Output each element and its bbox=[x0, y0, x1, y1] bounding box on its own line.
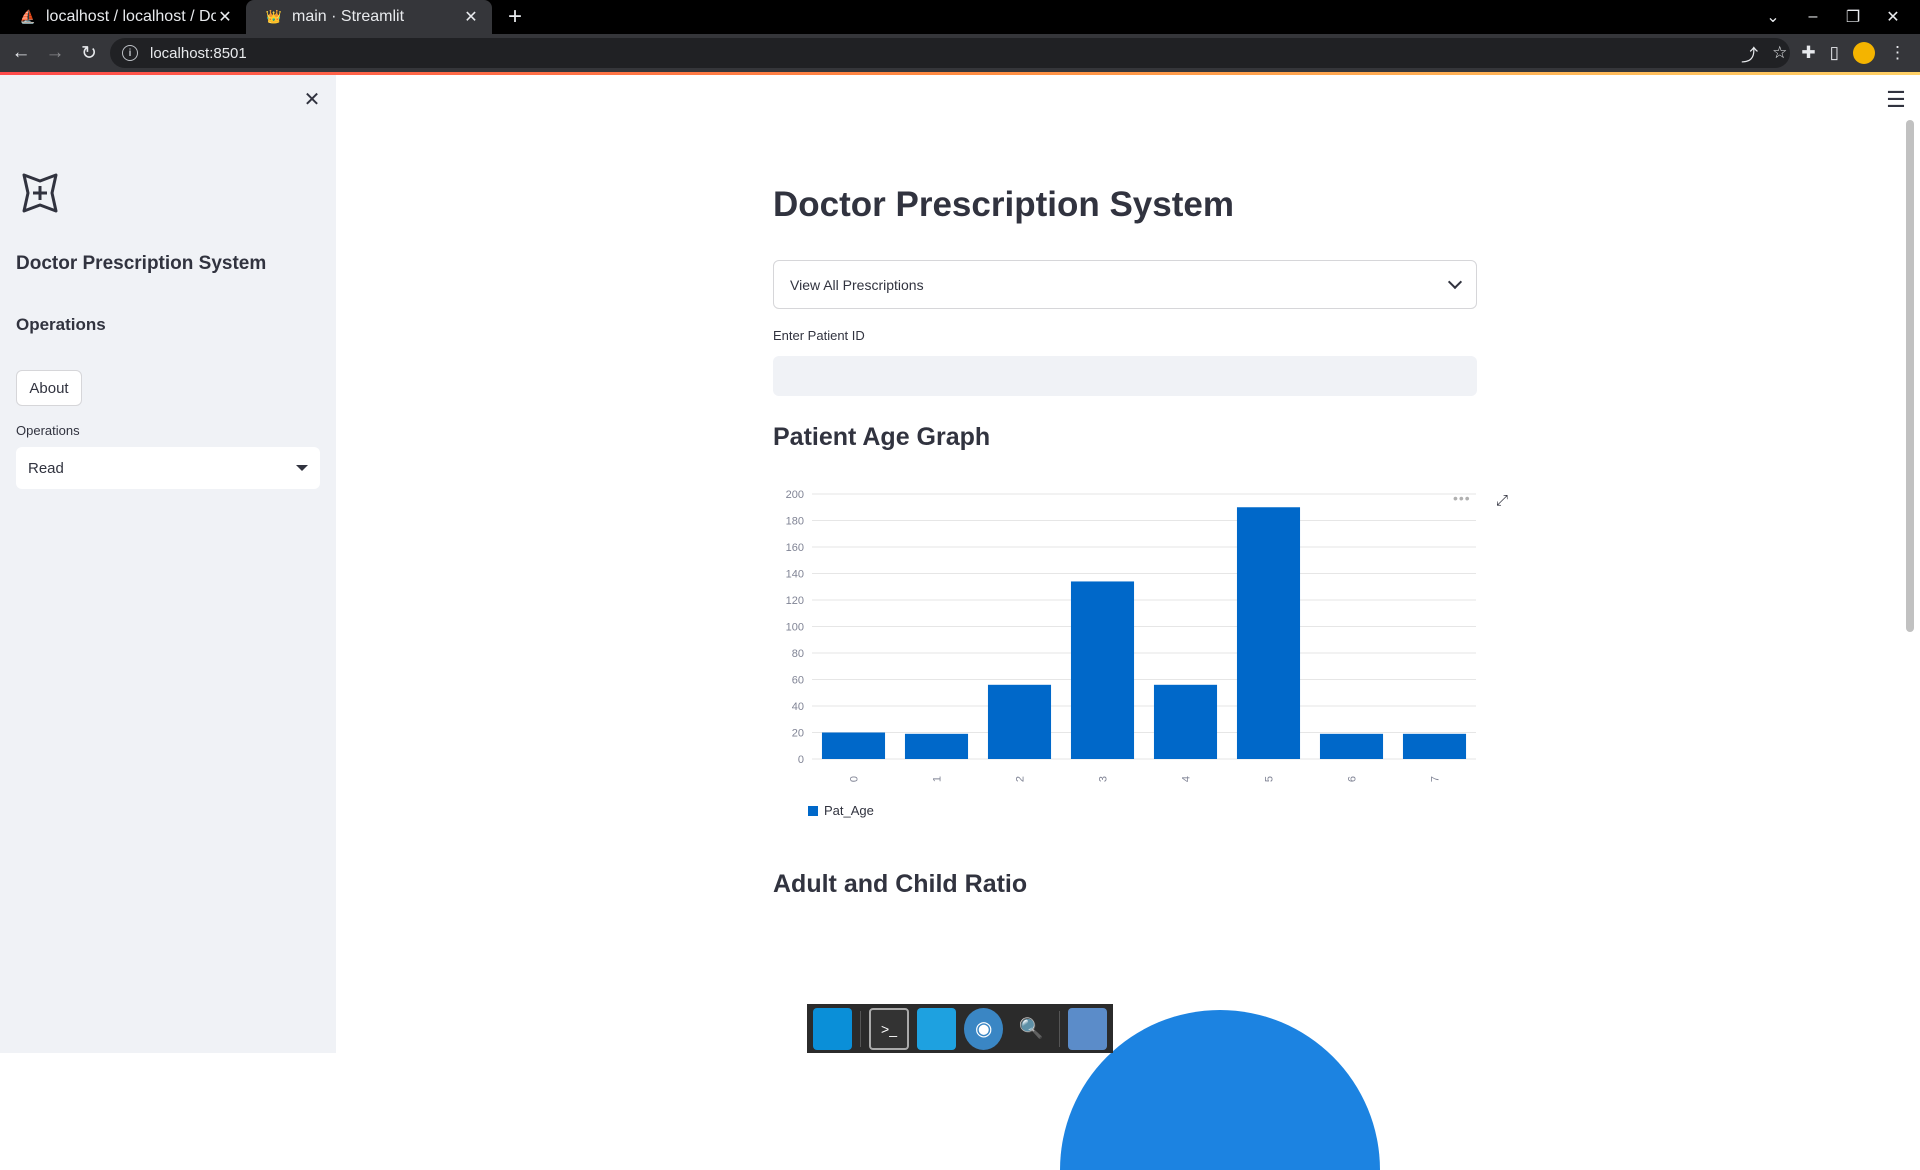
bar bbox=[821, 732, 886, 759]
streamlit-icon: 👑 bbox=[265, 9, 283, 24]
x-tick-label: 6 bbox=[1347, 776, 1359, 782]
y-tick-label: 200 bbox=[786, 489, 804, 501]
browser-menu-icon[interactable]: ⋮ bbox=[1889, 43, 1906, 63]
desktop-icon[interactable] bbox=[813, 1007, 853, 1050]
new-tab-button[interactable]: + bbox=[498, 0, 532, 34]
y-tick-label: 140 bbox=[786, 569, 804, 581]
window-controls: ⌄ – ❐ ✕ bbox=[1762, 0, 1920, 34]
patient-id-input[interactable] bbox=[773, 356, 1477, 396]
legend-label: Pat_Age bbox=[824, 803, 874, 818]
expander-label: View All Prescriptions bbox=[790, 276, 924, 293]
y-tick-label: 160 bbox=[786, 542, 804, 554]
y-tick-label: 120 bbox=[786, 595, 804, 607]
x-tick-label: 7 bbox=[1430, 776, 1442, 782]
address-toolbar: ← → ↻ i localhost:8501 ⤴ ☆ ✚ ▯ ⋮ bbox=[0, 34, 1920, 72]
chart-legend: Pat_Age bbox=[808, 803, 874, 818]
toolbar-actions: ⤴ ☆ ✚ ▯ ⋮ bbox=[1741, 34, 1920, 72]
bar bbox=[904, 733, 969, 759]
forward-button[interactable]: → bbox=[38, 36, 72, 70]
dock-separator bbox=[860, 1010, 862, 1047]
phpmyadmin-icon: ⛵ bbox=[19, 9, 37, 24]
patient-id-label: Enter Patient ID bbox=[773, 328, 865, 343]
search-icon[interactable]: 🔍 bbox=[1011, 1008, 1050, 1050]
operations-select-label: Operations bbox=[16, 423, 80, 438]
browser-icon[interactable]: ◉ bbox=[964, 1007, 1004, 1050]
bookmark-star-icon[interactable]: ☆ bbox=[1772, 43, 1787, 63]
browser-tab-bar: ⛵ localhost / localhost / Doct ✕ 👑 main … bbox=[0, 0, 1920, 34]
operations-select[interactable]: Read bbox=[16, 447, 320, 489]
url-bar[interactable]: i localhost:8501 bbox=[110, 38, 1790, 68]
bar bbox=[1319, 733, 1384, 759]
y-tick-label: 20 bbox=[792, 728, 804, 740]
terminal-icon[interactable]: >_ bbox=[869, 1007, 909, 1050]
close-icon[interactable]: ✕ bbox=[216, 8, 234, 26]
chevron-down-icon bbox=[1447, 274, 1463, 290]
chart-more-icon[interactable]: ••• bbox=[1453, 490, 1471, 506]
y-tick-label: 80 bbox=[792, 648, 804, 660]
side-panel-icon[interactable]: ▯ bbox=[1830, 43, 1839, 63]
x-tick-label: 0 bbox=[849, 776, 861, 782]
taskbar-dock: >_ ◉ 🔍 bbox=[807, 1004, 1113, 1053]
x-tick-label: 4 bbox=[1181, 776, 1193, 782]
y-tick-label: 180 bbox=[786, 516, 804, 528]
site-info-icon[interactable]: i bbox=[122, 45, 138, 61]
caret-down-icon bbox=[296, 465, 308, 471]
dock-separator bbox=[1058, 1010, 1060, 1047]
fullscreen-icon[interactable]: ⤢ bbox=[1496, 492, 1516, 512]
operations-select-value: Read bbox=[28, 459, 64, 477]
bar bbox=[1070, 581, 1135, 759]
page-title: Doctor Prescription System bbox=[773, 185, 1234, 224]
patient-age-bar-chart: 0 20 40 60 80 100 120 140 160 180 200 0 1 2 3 4 5 6 7 bbox=[786, 489, 1476, 782]
bar bbox=[1153, 684, 1218, 759]
hamburger-menu-icon[interactable]: ☰ bbox=[1884, 87, 1908, 112]
about-button[interactable]: About bbox=[16, 370, 82, 406]
folder-icon[interactable] bbox=[1067, 1007, 1107, 1050]
ratio-heading: Adult and Child Ratio bbox=[773, 870, 1028, 898]
back-button[interactable]: ← bbox=[4, 36, 38, 70]
sidebar: ✕ Doctor Prescription System Operations … bbox=[0, 75, 336, 1053]
y-tick-label: 0 bbox=[798, 754, 804, 766]
age-graph-heading: Patient Age Graph bbox=[773, 423, 991, 451]
close-window-icon[interactable]: ✕ bbox=[1882, 7, 1904, 27]
sidebar-title: Doctor Prescription System bbox=[16, 253, 267, 274]
bar bbox=[987, 684, 1052, 759]
files-icon[interactable] bbox=[916, 1007, 957, 1050]
minimize-icon[interactable]: – bbox=[1802, 8, 1824, 26]
tab-title: main · Streamlit bbox=[292, 8, 405, 25]
x-tick-label: 3 bbox=[1098, 776, 1110, 782]
tab-phpmyadmin[interactable]: ⛵ localhost / localhost / Doct ✕ bbox=[0, 0, 246, 34]
scrollbar[interactable] bbox=[1906, 120, 1914, 632]
pharmacy-logo-icon bbox=[22, 173, 58, 213]
y-tick-label: 40 bbox=[792, 701, 804, 713]
extensions-icon[interactable]: ✚ bbox=[1801, 43, 1815, 63]
x-tick-label: 2 bbox=[1015, 776, 1027, 782]
profile-avatar[interactable] bbox=[1853, 42, 1875, 64]
y-tick-label: 60 bbox=[792, 675, 804, 687]
close-sidebar-icon[interactable]: ✕ bbox=[300, 87, 324, 111]
close-icon[interactable]: ✕ bbox=[462, 8, 480, 26]
x-tick-label: 1 bbox=[932, 776, 944, 782]
share-icon[interactable]: ⤴ bbox=[1741, 41, 1758, 66]
bar bbox=[1402, 733, 1467, 759]
tab-title: localhost / localhost / Doct bbox=[46, 8, 216, 25]
legend-swatch bbox=[808, 805, 818, 816]
reload-button[interactable]: ↻ bbox=[72, 36, 106, 70]
sidebar-section-heading: Operations bbox=[16, 315, 106, 334]
bar bbox=[1236, 507, 1301, 759]
url-text: localhost:8501 bbox=[150, 44, 247, 62]
tab-search-icon[interactable]: ⌄ bbox=[1762, 7, 1784, 27]
view-prescriptions-expander[interactable]: View All Prescriptions bbox=[773, 260, 1477, 309]
x-tick-label: 5 bbox=[1264, 776, 1276, 782]
restore-icon[interactable]: ❐ bbox=[1842, 7, 1864, 27]
y-tick-label: 100 bbox=[786, 622, 804, 634]
tab-streamlit[interactable]: 👑 main · Streamlit ✕ bbox=[246, 0, 492, 34]
